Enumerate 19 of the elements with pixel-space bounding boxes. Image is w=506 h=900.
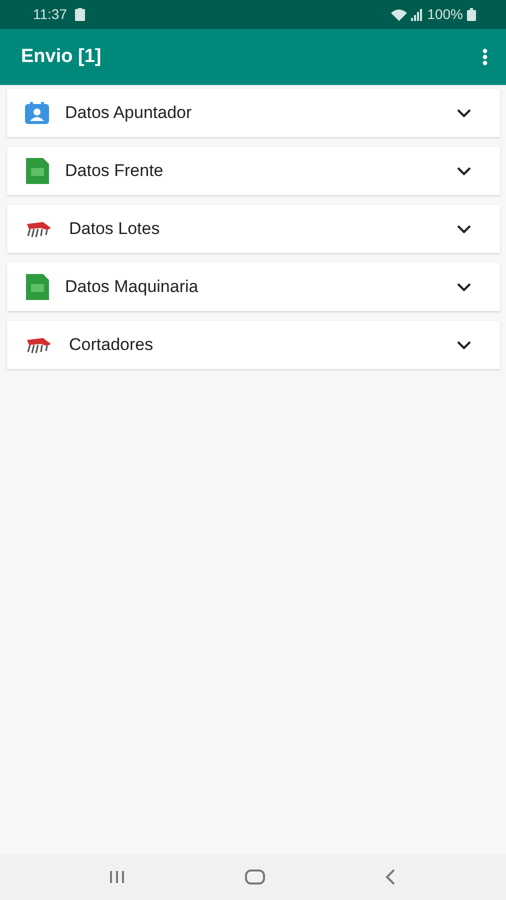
battery-icon [467, 8, 476, 21]
spreadsheet-icon [25, 274, 49, 300]
battery-percent: 100% [427, 5, 463, 24]
contact-card-icon [25, 102, 49, 124]
harvester-icon [25, 336, 53, 354]
wifi-icon [391, 8, 408, 20]
accordion-header[interactable]: Datos Frente [7, 147, 500, 195]
more-options-icon [482, 48, 488, 66]
clipboard-icon [75, 8, 85, 21]
clock-time: 11:37 [33, 5, 67, 24]
accordion-header[interactable]: Cortadores [7, 321, 500, 369]
app-bar-title: Envio [1] [21, 44, 102, 69]
spreadsheet-icon [25, 158, 49, 184]
harvester-icon [25, 220, 53, 238]
accordion-header[interactable]: Datos Apuntador [7, 89, 500, 137]
accordion-header[interactable]: Datos Lotes [7, 205, 500, 253]
home-button[interactable] [244, 869, 266, 885]
accordion-header[interactable]: Datos Maquinaria [7, 263, 500, 311]
signal-icon [411, 8, 424, 20]
